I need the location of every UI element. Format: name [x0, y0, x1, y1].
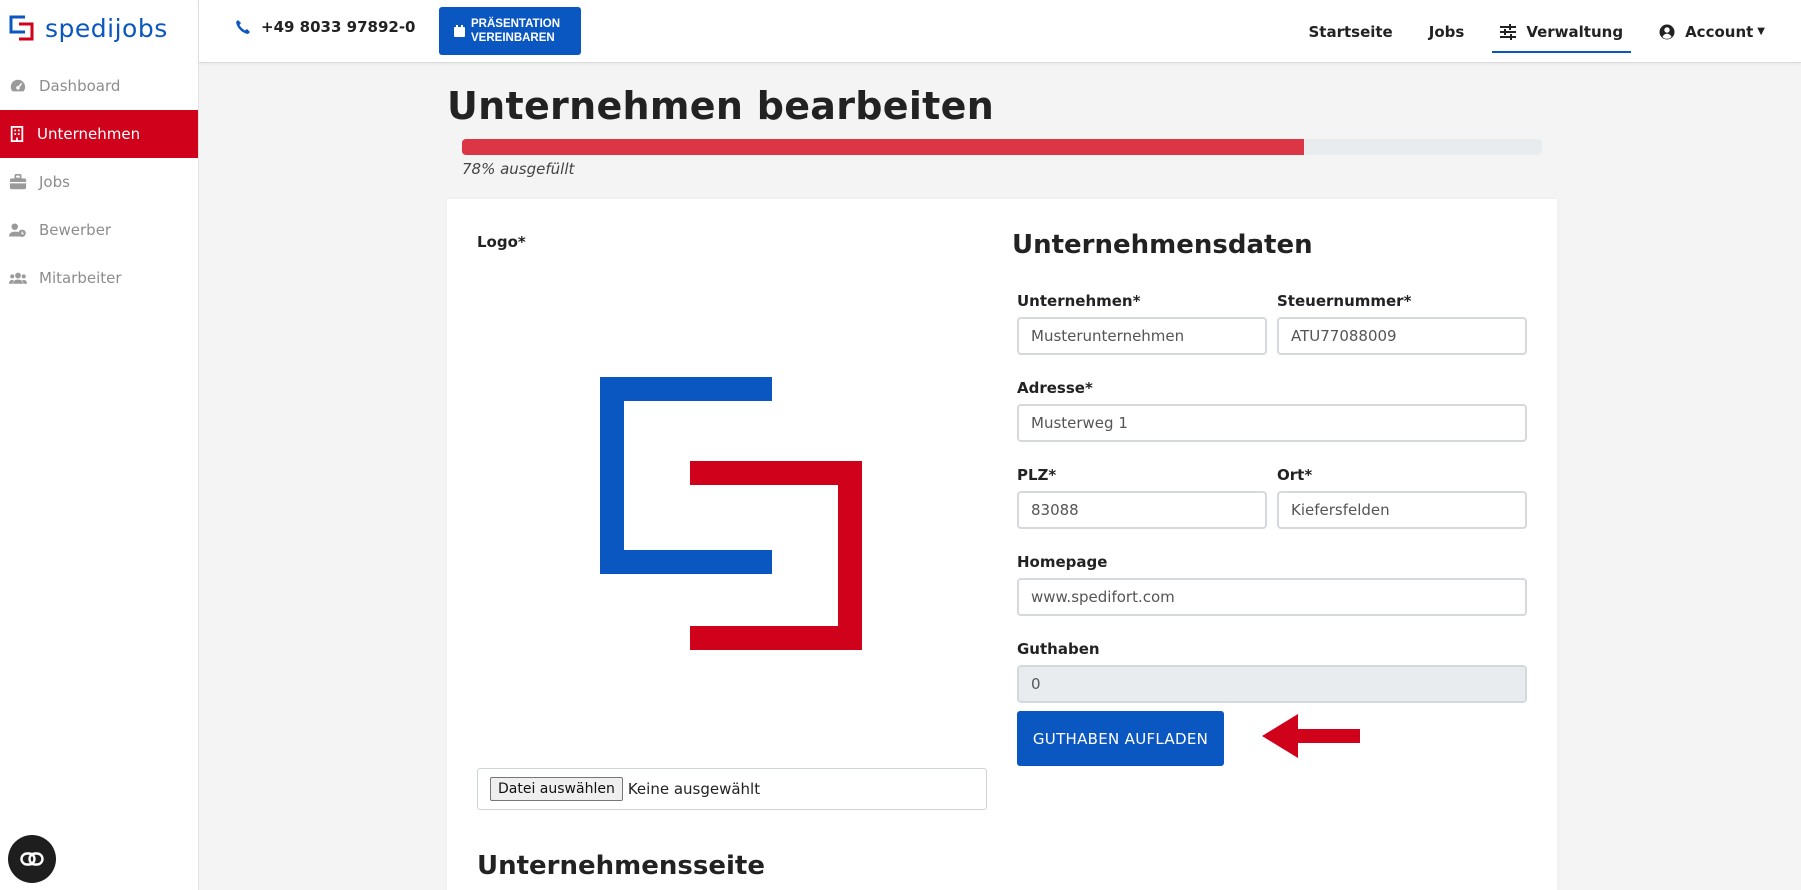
credit-label: Guthaben [1017, 640, 1100, 658]
sidebar-item-label: Mitarbeiter [39, 269, 122, 287]
nav-verwaltung[interactable]: Verwaltung [1492, 0, 1631, 63]
nav-account-label: Account [1685, 22, 1754, 41]
brand[interactable]: spedijobs [0, 0, 198, 56]
building-icon [10, 126, 24, 142]
homepage-label: Homepage [1017, 553, 1108, 571]
logo-file-input[interactable]: Datei auswählen Keine ausgewählt [477, 768, 987, 810]
sidebar-item-jobs[interactable]: Jobs [0, 158, 198, 206]
brand-name: spedijobs [45, 13, 168, 43]
nav-startseite-label: Startseite [1308, 22, 1393, 41]
cookie-settings-button[interactable] [8, 835, 56, 883]
calendar-icon [454, 25, 465, 37]
completion-progress-bar [462, 139, 1542, 155]
user-circle-icon [1659, 24, 1675, 39]
company-data-heading: Unternehmensdaten [1012, 230, 1313, 260]
caret-down-icon: ▼ [1757, 26, 1765, 37]
user-clock-icon [9, 223, 26, 237]
city-input[interactable] [1277, 491, 1527, 529]
zip-label: PLZ* [1017, 466, 1057, 484]
sidebar-item-label: Unternehmen [37, 125, 141, 143]
sidebar-item-label: Dashboard [39, 77, 121, 95]
credit-input [1017, 665, 1527, 703]
nav-jobs-label: Jobs [1428, 22, 1465, 41]
sidebar-item-label: Jobs [39, 173, 70, 191]
logo-label: Logo* [477, 233, 526, 251]
phone-number: +49 8033 97892-0 [261, 18, 416, 36]
nav-account[interactable]: Account ▼ [1659, 0, 1765, 63]
progress-text: 78% ausgefüllt [462, 160, 575, 178]
sidebar-item-bewerber[interactable]: Bewerber [0, 206, 198, 254]
nav-jobs[interactable]: Jobs [1429, 0, 1465, 63]
sliders-icon [1500, 23, 1517, 40]
topbar: +49 8033 97892-0 PRÄSENTATION VEREINBARE… [199, 0, 1801, 63]
city-label: Ort* [1277, 466, 1313, 484]
users-icon [9, 272, 27, 284]
nav-startseite[interactable]: Startseite [1308, 0, 1392, 63]
company-page-heading: Unternehmensseite [477, 851, 765, 881]
spedijobs-logo-icon [9, 15, 34, 41]
company-name-input[interactable] [1017, 317, 1267, 355]
company-logo-preview [600, 377, 862, 650]
progress-fill [462, 139, 1305, 155]
side-nav: Dashboard Unternehmen Jobs Bewerber Mita… [0, 62, 198, 302]
presentation-button-label: PRÄSENTATION VEREINBAREN [471, 18, 561, 44]
phone-icon [236, 20, 250, 34]
charge-credit-button[interactable]: GUTHABEN AUFLADEN [1017, 711, 1224, 766]
sidebar: spedijobs Dashboard Unternehmen Jobs Bew… [0, 0, 199, 890]
tax-number-input[interactable] [1277, 317, 1527, 355]
sidebar-item-unternehmen[interactable]: Unternehmen [0, 110, 198, 158]
top-nav: Startseite Jobs Verwaltung Account ▼ [1308, 0, 1801, 63]
dashboard-icon [10, 79, 26, 92]
file-status: Keine ausgewählt [627, 780, 761, 798]
zip-input[interactable] [1017, 491, 1267, 529]
link-icon [20, 852, 44, 866]
nav-verwaltung-label: Verwaltung [1526, 22, 1624, 41]
arrow-left-icon [1262, 714, 1360, 758]
sidebar-item-dashboard[interactable]: Dashboard [0, 62, 198, 110]
company-label: Unternehmen* [1017, 292, 1141, 310]
address-input[interactable] [1017, 404, 1527, 442]
sidebar-item-label: Bewerber [39, 221, 112, 239]
tax-number-label: Steuernummer* [1277, 292, 1412, 310]
sidebar-item-mitarbeiter[interactable]: Mitarbeiter [0, 254, 198, 302]
choose-file-button[interactable]: Datei auswählen [490, 777, 623, 801]
address-label: Adresse* [1017, 379, 1093, 397]
page-title: Unternehmen bearbeiten [447, 84, 995, 128]
homepage-input[interactable] [1017, 578, 1527, 616]
phone-link[interactable]: +49 8033 97892-0 [235, 18, 415, 36]
briefcase-icon [9, 173, 27, 190]
presentation-button[interactable]: PRÄSENTATION VEREINBAREN [439, 7, 581, 55]
